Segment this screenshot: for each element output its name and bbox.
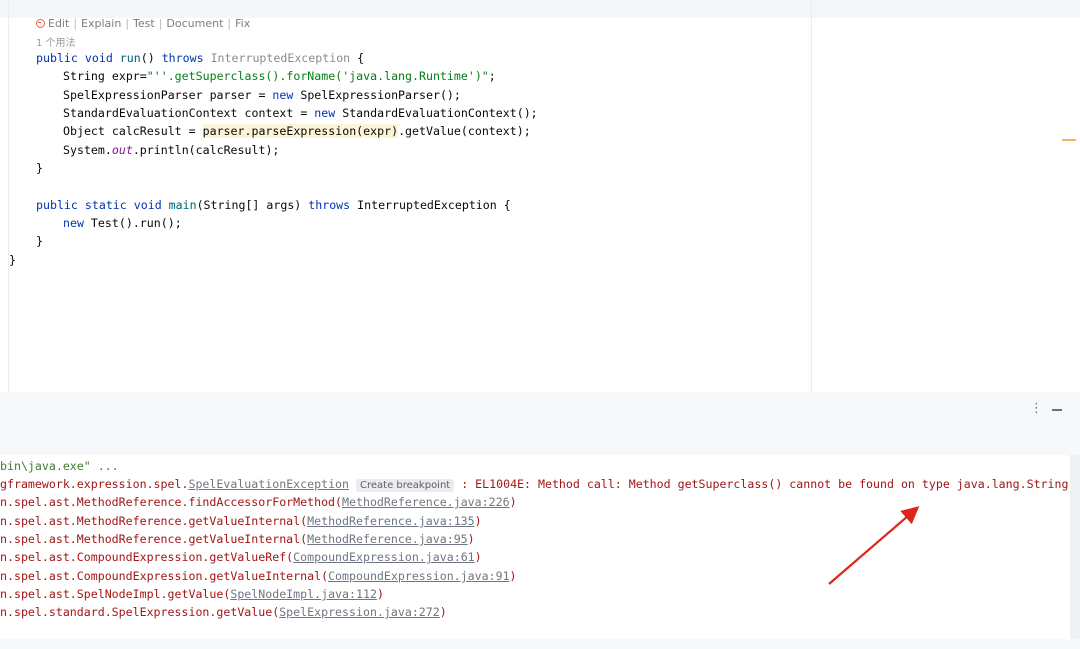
stack-frame: n.spel.ast.CompoundExpression.getValueIn… <box>0 569 329 583</box>
codelens-edit[interactable]: Edit <box>48 17 69 30</box>
editor-gutter-divider <box>8 0 9 392</box>
stack-trace-line: n.spel.ast.MethodReference.findAccessorF… <box>0 493 517 511</box>
keyword: void <box>84 51 113 65</box>
keyword: void <box>133 198 162 212</box>
ai-codelens-bar: Edit | Explain | Test | Document | Fix <box>36 15 250 31</box>
stack-trace-line: n.spel.ast.MethodReference.getValueInter… <box>0 530 475 548</box>
stack-trace-line: n.spel.standard.SpelExpression.getValue(… <box>0 603 447 621</box>
code-line-class-close-brace[interactable]: } <box>9 251 16 269</box>
stack-frame-end: ) <box>509 569 517 583</box>
source-link[interactable]: SpelExpression.java:272 <box>279 605 440 619</box>
codelens-document[interactable]: Document <box>166 17 223 30</box>
keyword: throws <box>308 198 351 212</box>
stack-frame-end: ) <box>509 495 517 509</box>
console-output[interactable]: bin\java.exe" ... gframework.expression.… <box>0 455 1070 639</box>
codelens-explain[interactable]: Explain <box>81 17 121 30</box>
stack-frame-end: ) <box>467 532 475 546</box>
keyword: static <box>84 198 127 212</box>
static-field: out <box>111 143 133 157</box>
stack-frame: n.spel.ast.CompoundExpression.getValueRe… <box>0 550 294 564</box>
stack-frame: n.spel.ast.MethodReference.getValueInter… <box>0 514 308 528</box>
source-link[interactable]: MethodReference.java:95 <box>307 532 468 546</box>
source-link[interactable]: CompoundExpression.java:91 <box>328 569 509 583</box>
code-text: SpelExpressionParser parser = <box>63 88 273 102</box>
keyword: new <box>63 216 84 230</box>
code-line-run-signature[interactable]: public void run() throws InterruptedExce… <box>36 49 364 67</box>
code-text: String expr= <box>63 69 147 83</box>
source-link[interactable]: SpelNodeImpl.java:112 <box>230 587 377 601</box>
codelens-test[interactable]: Test <box>133 17 155 30</box>
source-link[interactable]: MethodReference.java:226 <box>342 495 510 509</box>
code-text: .println(calcResult); <box>132 143 280 157</box>
ai-assistant-icon[interactable] <box>36 18 45 28</box>
code-line-parser[interactable]: SpelExpressionParser parser = new SpelEx… <box>63 86 461 104</box>
code-text: { <box>350 51 365 65</box>
source-link[interactable]: MethodReference.java:135 <box>307 514 475 528</box>
source-link[interactable]: CompoundExpression.java:61 <box>293 550 474 564</box>
minimize-icon[interactable] <box>1050 402 1064 416</box>
code-text: Object calcResult = <box>63 124 203 138</box>
code-text: ; <box>488 69 496 83</box>
exception-package: gframework.expression.spel. <box>0 477 189 491</box>
code-line-main-signature[interactable]: public static void main(String[] args) t… <box>36 196 511 214</box>
code-line-calc-result[interactable]: Object calcResult = parser.parseExpressi… <box>63 122 531 140</box>
stack-frame: n.spel.ast.MethodReference.getValueInter… <box>0 532 308 546</box>
keyword: public <box>36 198 78 212</box>
stack-frame-end: ) <box>376 587 384 601</box>
code-line-expr[interactable]: String expr="''.getSuperclass().forName(… <box>63 67 496 85</box>
console-exception-line: gframework.expression.spel.SpelEvaluatio… <box>0 475 1068 493</box>
exception-class-link[interactable]: SpelEvaluationException <box>188 477 349 491</box>
method-name: main <box>168 198 197 212</box>
code-line-close-brace[interactable]: } <box>36 159 43 177</box>
code-text: SpelExpressionParser(); <box>293 88 461 102</box>
code-text: StandardEvaluationContext(); <box>335 106 538 120</box>
method-name: run <box>119 51 141 65</box>
code-line-context[interactable]: StandardEvaluationContext context = new … <box>63 104 538 122</box>
usages-hint[interactable]: 1 个用法 <box>36 34 76 49</box>
stack-trace-line: n.spel.ast.CompoundExpression.getValueIn… <box>0 567 517 585</box>
codelens-separator: | <box>158 16 163 30</box>
code-text: System. <box>63 143 112 157</box>
code-text: StandardEvaluationContext context = <box>63 106 315 120</box>
string-literal: "''.getSuperclass().forName('java.lang.R… <box>146 69 489 83</box>
scrollbar-warning-marker[interactable] <box>1062 139 1076 141</box>
stack-trace-line: n.spel.ast.MethodReference.getValueInter… <box>0 512 482 530</box>
stack-frame: n.spel.ast.SpelNodeImpl.getValue( <box>0 587 231 601</box>
stack-frame-end: ) <box>474 550 482 564</box>
exception-message: : EL1004E: Method call: Method getSuperc… <box>454 477 1069 491</box>
stack-frame-end: ) <box>474 514 482 528</box>
code-line-close-brace[interactable]: } <box>36 232 43 250</box>
code-line-new-test[interactable]: new Test().run(); <box>63 214 182 232</box>
code-text: Test().run(); <box>83 216 182 230</box>
console-command-line: bin\java.exe" ... <box>0 459 119 473</box>
console-scrollbar[interactable] <box>1070 455 1080 639</box>
codelens-separator: | <box>125 16 130 30</box>
code-text: .getValue(context); <box>398 124 531 138</box>
code-text: () <box>140 51 162 65</box>
code-text: (String[] args) <box>196 198 309 212</box>
exception-type: InterruptedException <box>210 51 351 65</box>
stack-frame: n.spel.ast.MethodReference.findAccessorF… <box>0 495 343 509</box>
stack-trace-line: n.spel.ast.CompoundExpression.getValueRe… <box>0 548 482 566</box>
keyword: throws <box>161 51 204 65</box>
highlighted-expression[interactable]: parser.parseExpression(expr) <box>202 124 399 138</box>
code-text: InterruptedException { <box>350 198 511 212</box>
keyword: new <box>314 106 336 120</box>
keyword: public <box>36 51 78 65</box>
codelens-fix[interactable]: Fix <box>235 17 250 30</box>
keyword: new <box>272 88 294 102</box>
stack-frame: n.spel.standard.SpelExpression.getValue( <box>0 605 280 619</box>
stack-frame-end: ) <box>439 605 447 619</box>
codelens-separator: | <box>227 16 232 30</box>
create-breakpoint-button[interactable]: Create breakpoint <box>356 479 455 492</box>
more-options-icon[interactable]: ⋮ <box>1030 402 1043 416</box>
stack-trace-line: n.spel.ast.SpelNodeImpl.getValue(SpelNod… <box>0 585 384 603</box>
editor-right-margin-line <box>811 0 812 392</box>
codelens-separator: | <box>73 16 78 30</box>
code-line-println[interactable]: System.out.println(calcResult); <box>63 141 279 159</box>
